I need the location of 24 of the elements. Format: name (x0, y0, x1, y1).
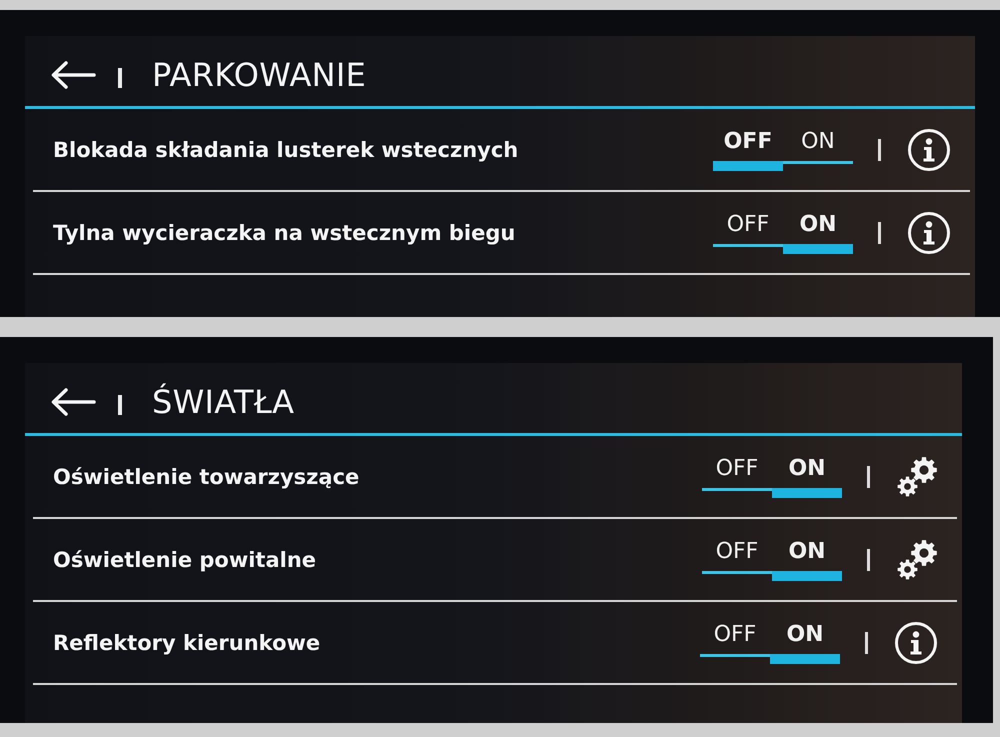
toggle-option[interactable]: OFF (713, 128, 783, 170)
setting-label: Oświetlenie towarzyszące (53, 464, 360, 488)
toggle-option[interactable]: OFF (713, 212, 783, 246)
toggle-option[interactable]: OFF (700, 622, 770, 656)
setting-label: Reflektory kierunkowe (53, 630, 322, 654)
screen-title: ŚWIATŁA (152, 383, 294, 421)
gears-icon[interactable] (897, 540, 937, 580)
info-icon[interactable] (908, 128, 950, 170)
toggle-option[interactable]: ON (772, 456, 842, 498)
toggle-option[interactable]: ON (783, 128, 853, 164)
screen-title: PARKOWANIE (152, 56, 366, 94)
gears-icon[interactable] (897, 456, 937, 496)
toggle-option[interactable]: ON (772, 538, 842, 580)
toggle-option[interactable]: OFF (702, 538, 772, 574)
setting-label: Blokada składania lusterek wstecznych (53, 138, 520, 162)
info-icon[interactable] (908, 212, 950, 254)
back-arrow-icon[interactable] (50, 60, 96, 90)
back-arrow-icon[interactable] (50, 387, 96, 417)
info-icon[interactable] (895, 622, 937, 664)
toggle-option[interactable]: ON (783, 212, 853, 254)
toggle-option[interactable]: OFF (702, 456, 772, 490)
toggle-option[interactable]: ON (770, 622, 840, 664)
setting-label: Oświetlenie powitalne (53, 548, 318, 572)
setting-label: Tylna wycieraczka na wstecznym biegu (53, 220, 516, 244)
